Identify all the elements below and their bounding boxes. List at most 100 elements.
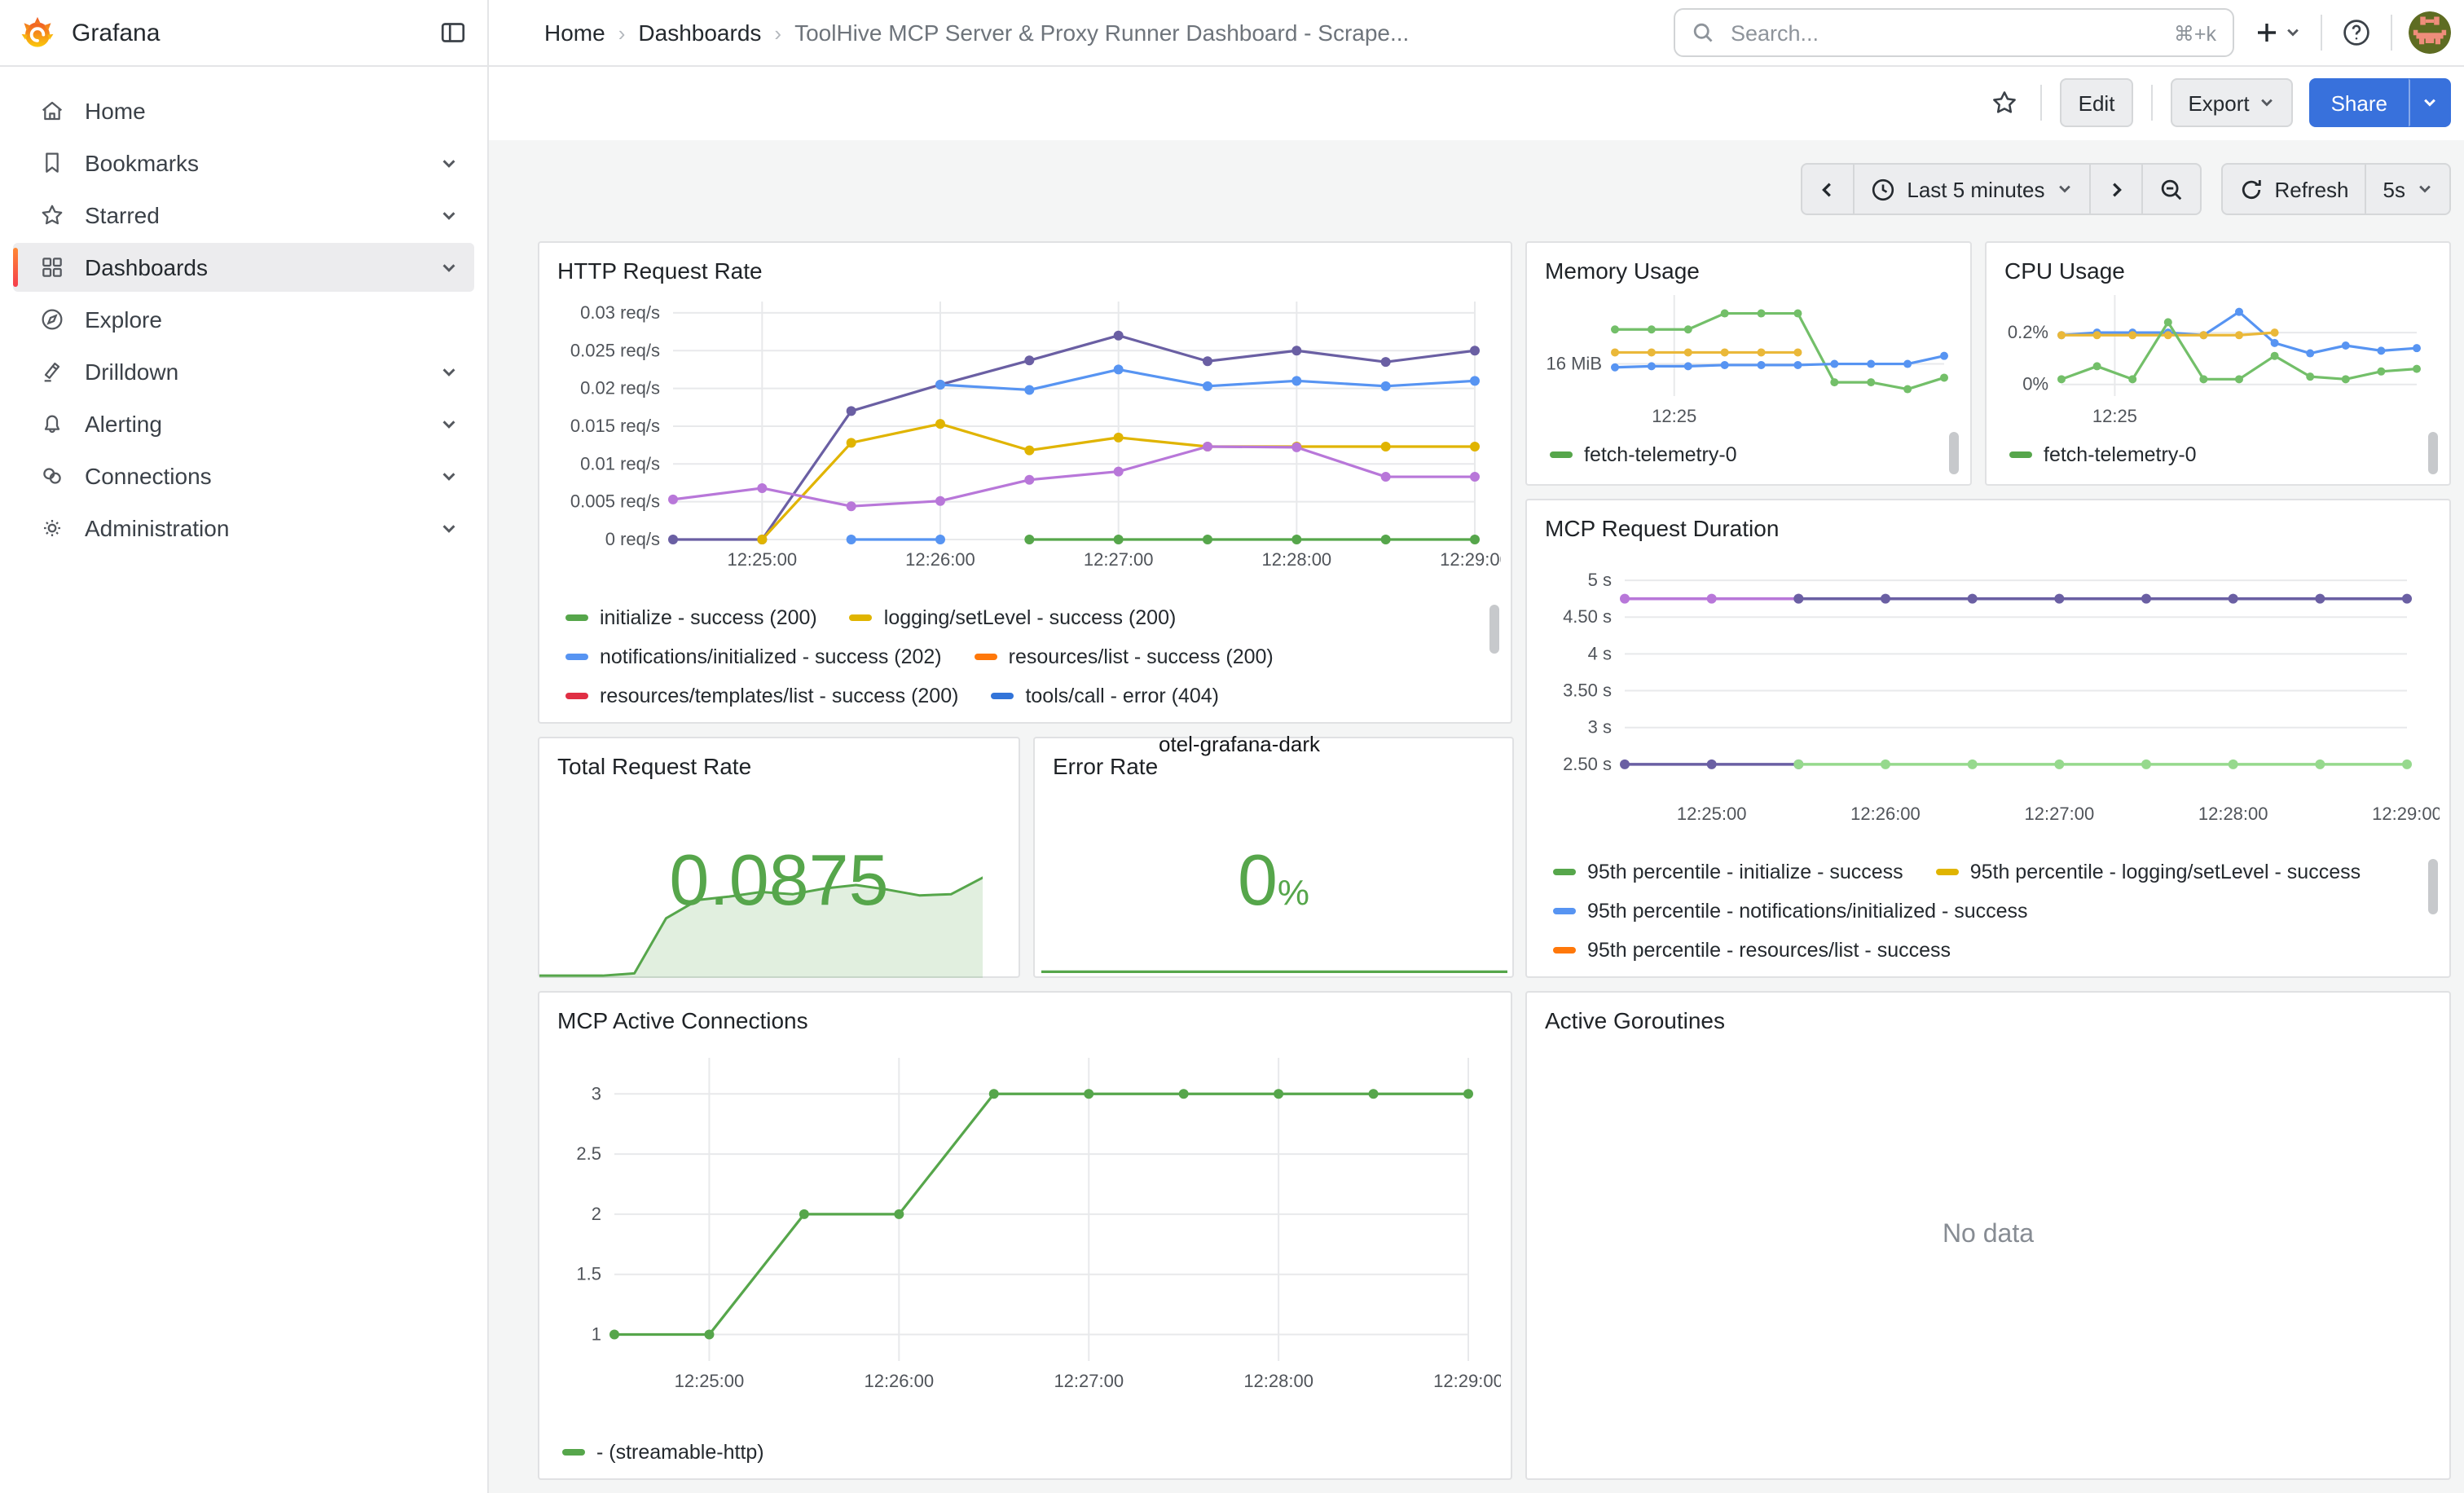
question-circle-icon [2342, 18, 2371, 47]
memory-usage-chart[interactable]: 16 MiB12:25 [1537, 282, 1964, 432]
panel-title[interactable]: Total Request Rate [557, 753, 751, 779]
panel-title[interactable]: HTTP Request Rate [557, 258, 763, 284]
add-new-button[interactable] [2251, 16, 2304, 49]
legend-item[interactable]: fetch-telemetry-0 [1550, 443, 1737, 466]
sidebar-toggle-icon[interactable] [435, 15, 471, 51]
legend-label: 95th percentile - notifications/initiali… [1587, 900, 2028, 923]
sidebar-item-drilldown[interactable]: Drilldown [13, 347, 474, 396]
legend-swatch [991, 693, 1014, 700]
panel-error-rate: Error Rate 0% [1033, 737, 1514, 978]
sidebar-item-dashboards[interactable]: Dashboards [13, 243, 474, 292]
sidebar-item-explore[interactable]: Explore [13, 295, 474, 344]
compass-icon [39, 306, 65, 333]
user-avatar[interactable] [2409, 11, 2451, 54]
panel-title[interactable]: CPU Usage [2004, 258, 2125, 284]
legend-item[interactable]: initialize - success (200) [565, 606, 817, 629]
svg-text:1.5: 1.5 [576, 1264, 601, 1284]
panel-title[interactable]: MCP Active Connections [557, 1007, 808, 1033]
legend-label: 95th percentile - logging/setLevel - suc… [1970, 861, 2361, 883]
no-data-message: No data [1527, 993, 2449, 1478]
grafana-logo-icon[interactable] [20, 15, 55, 51]
chevron-right-icon [2106, 180, 2124, 198]
svg-text:12:25:00: 12:25:00 [1677, 804, 1747, 824]
panel-title[interactable]: Memory Usage [1545, 258, 1700, 284]
legend-item[interactable]: 95th percentile - notifications/initiali… [1553, 900, 2028, 923]
svg-text:4.50 s: 4.50 s [1563, 606, 1612, 627]
top-header: Grafana Home›Dashboards›ToolHive MCP Ser… [0, 0, 2464, 67]
sidebar-item-administration[interactable]: Administration [13, 504, 474, 553]
refresh-interval-picker[interactable]: 5s [2365, 163, 2451, 215]
search-input[interactable] [1727, 19, 2174, 46]
legend-item[interactable]: 95th percentile - resources/list - succe… [1553, 939, 1951, 962]
sidebar-item-label: Drilldown [85, 359, 178, 385]
legend-scrollbar[interactable] [2428, 432, 2438, 474]
share-menu-button[interactable] [2409, 78, 2451, 127]
grafana-app: Grafana Home›Dashboards›ToolHive MCP Ser… [0, 0, 2464, 1493]
sidebar-item-home[interactable]: Home [13, 86, 474, 135]
time-shift-back-button[interactable] [1801, 163, 1855, 215]
legend-item[interactable]: tools/call - error (404) [991, 685, 1219, 707]
edit-button[interactable]: Edit [2061, 78, 2133, 127]
mcp-active-connections-chart[interactable]: 32.521.5112:25:0012:26:0012:27:0012:28:0… [552, 1035, 1501, 1423]
active-indicator [13, 91, 18, 130]
refresh-button[interactable]: Refresh [2220, 163, 2366, 215]
legend-label: initialize - success (200) [600, 606, 817, 629]
cpu-usage-chart[interactable]: 0.2%0%12:25 [1996, 282, 2440, 432]
connections-legend: - (streamable-http) [562, 1433, 1481, 1475]
active-indicator [13, 143, 18, 183]
sidebar-item-bookmarks[interactable]: Bookmarks [13, 139, 474, 187]
share-button[interactable]: Share [2310, 78, 2409, 127]
panel-memory-usage: Memory Usage 16 MiB12:25 fetch-telemetry… [1525, 241, 1972, 486]
header-brand-section: Grafana [0, 0, 489, 65]
sidebar-item-connections[interactable]: Connections [13, 451, 474, 500]
legend-item[interactable]: fetch-telemetry-0 [2009, 443, 2197, 466]
bell-icon [39, 411, 65, 437]
breadcrumb-item: ToolHive MCP Server & Proxy Runner Dashb… [794, 20, 1409, 46]
breadcrumb-item[interactable]: Home [544, 20, 605, 46]
sidebar: HomeBookmarksStarredDashboards Explore Dri… [0, 65, 489, 1493]
legend-item[interactable]: resources/list - success (200) [975, 645, 1274, 668]
panel-title[interactable]: MCP Request Duration [1545, 515, 1779, 541]
legend-scrollbar[interactable] [1489, 605, 1499, 654]
star-icon [39, 202, 65, 228]
svg-text:12:26:00: 12:26:00 [1850, 804, 1921, 824]
legend-label: logging/setLevel - success (200) [884, 606, 1177, 629]
legend-swatch [2009, 451, 2032, 459]
export-button[interactable]: Export [2170, 78, 2293, 127]
connections-icon [39, 463, 65, 489]
help-button[interactable] [2339, 15, 2374, 51]
svg-text:12:28:00: 12:28:00 [2198, 804, 2268, 824]
legend-item[interactable]: logging/setLevel - success (200) [850, 606, 1177, 629]
legend-item[interactable]: - (streamable-http) [562, 1441, 764, 1464]
legend-label: fetch-telemetry-0 [1584, 443, 1737, 466]
legend-scrollbar[interactable] [1949, 432, 1959, 474]
legend-item[interactable]: 95th percentile - logging/setLevel - suc… [1936, 861, 2361, 883]
brand-name: Grafana [72, 19, 160, 46]
sidebar-item-alerting[interactable]: Alerting [13, 399, 474, 448]
sidebar-item-starred[interactable]: Starred [13, 191, 474, 240]
active-indicator [13, 352, 18, 391]
time-shift-forward-button[interactable] [2088, 163, 2142, 215]
http-request-rate-chart[interactable]: 0 req/s0.005 req/s0.01 req/s0.015 req/s0… [552, 282, 1501, 592]
mcp-request-duration-chart[interactable]: 5 s4.50 s4 s3.50 s3 s2.50 s12:25:0012:26… [1540, 543, 2440, 846]
breadcrumb-item[interactable]: Dashboards [638, 20, 761, 46]
zoom-out-button[interactable] [2141, 163, 2201, 215]
panel-title[interactable]: Error Rate [1053, 753, 1158, 779]
time-range-picker[interactable]: Last 5 minutes [1853, 163, 2090, 215]
chevron-down-icon [2259, 95, 2276, 111]
search-input-wrapper[interactable]: ⌘+k [1674, 8, 2234, 57]
chevron-down-icon [2422, 95, 2438, 111]
svg-text:16 MiB: 16 MiB [1547, 354, 1602, 374]
legend-item[interactable]: notifications/initialized - success (202… [565, 645, 942, 668]
chevron-left-icon [1819, 180, 1837, 198]
favorite-star-button[interactable] [1987, 85, 2023, 121]
share-button-group: Share [2310, 78, 2451, 127]
breadcrumb-separator: › [618, 20, 626, 45]
legend-swatch [850, 614, 873, 622]
legend-item[interactable]: 95th percentile - initialize - success [1553, 861, 1903, 883]
legend-item[interactable]: resources/templates/list - success (200) [565, 685, 958, 707]
legend-scrollbar[interactable] [2428, 859, 2438, 914]
sidebar-item-label: Explore [85, 306, 162, 333]
toolbar-divider [2041, 85, 2043, 121]
time-range-group: Last 5 minutes [1801, 163, 2201, 215]
